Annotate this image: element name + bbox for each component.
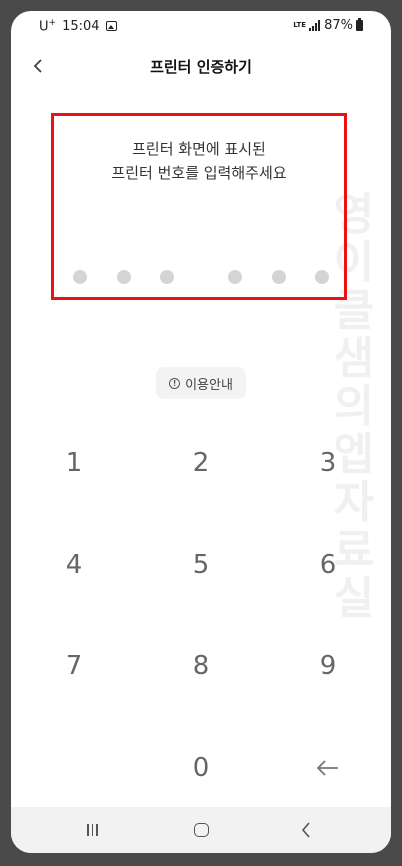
battery-icon (356, 18, 363, 31)
pin-dots (54, 270, 344, 284)
instruction-text: 프린터 화면에 표시된 프린터 번호를 입력해주세요 (54, 137, 344, 185)
system-back-button[interactable] (301, 822, 311, 842)
signal-icon (308, 20, 321, 31)
key-0[interactable]: 0 (146, 738, 256, 798)
backspace-button[interactable] (273, 738, 383, 798)
chevron-left-icon (301, 822, 310, 838)
instruction-line-1: 프린터 화면에 표시된 (132, 140, 266, 158)
key-6[interactable]: 6 (273, 535, 383, 595)
page-title: 프린터 인증하기 (150, 58, 252, 76)
gallery-notification-icon (105, 21, 117, 32)
lte-icon: LTE (293, 21, 307, 29)
key-2[interactable]: 2 (146, 433, 256, 493)
key-7[interactable]: 7 (19, 636, 129, 696)
arrow-left-icon (316, 760, 338, 776)
pin-dot (272, 270, 286, 284)
recent-apps-button[interactable] (87, 824, 101, 836)
key-5[interactable]: 5 (146, 535, 256, 595)
status-time: 15:04 (62, 18, 100, 34)
app-header: 프린터 인증하기 (11, 51, 391, 81)
info-icon: ! (169, 377, 181, 389)
key-8[interactable]: 8 (146, 636, 256, 696)
key-1[interactable]: 1 (19, 433, 129, 493)
pin-dot (315, 270, 329, 284)
home-button[interactable] (194, 823, 209, 837)
status-right: LTE 87% (293, 18, 363, 33)
usage-guide-button[interactable]: ! 이용안내 (156, 367, 246, 399)
pin-dot (160, 270, 174, 284)
pin-dot (73, 270, 87, 284)
pin-entry-area: 프린터 화면에 표시된 프린터 번호를 입력해주세요 (51, 113, 347, 300)
status-left: U+ 15:04 (39, 18, 117, 34)
instruction-line-2: 프린터 번호를 입력해주세요 (111, 164, 287, 182)
pin-dot (228, 270, 242, 284)
key-3[interactable]: 3 (273, 433, 383, 493)
pin-dot (117, 270, 131, 284)
status-bar: U+ 15:04 LTE 87% (11, 11, 391, 41)
battery-level: 87% (324, 18, 353, 33)
system-navigation-bar (11, 807, 391, 853)
usage-guide-label: 이용안내 (185, 377, 233, 393)
carrier-label: U+ (39, 18, 57, 35)
phone-screen: U+ 15:04 LTE 87% 프린터 인증하기 영이클샘의엡자료실 프린터 … (11, 11, 391, 853)
key-9[interactable]: 9 (273, 636, 383, 696)
key-4[interactable]: 4 (19, 535, 129, 595)
